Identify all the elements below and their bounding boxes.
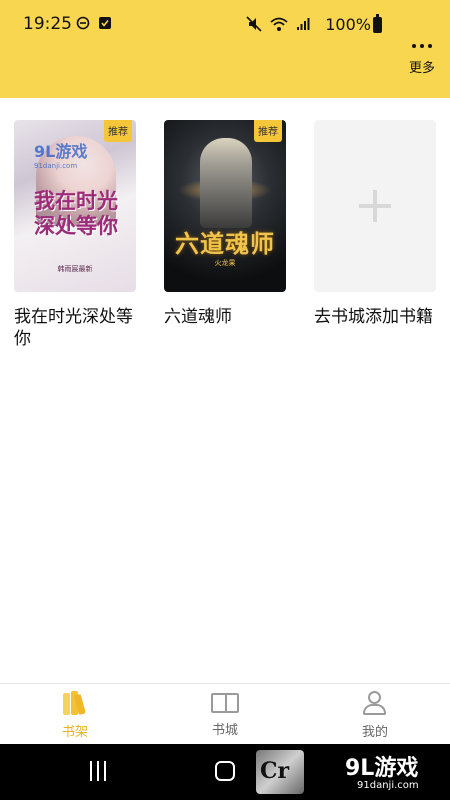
tab-bookshelf[interactable]: 书架 (0, 684, 150, 744)
user-icon (360, 691, 390, 715)
book-title[interactable]: 六道魂师 (164, 306, 292, 328)
system-navigation-bar: Cr 9L游戏 91danji.com (0, 744, 450, 800)
more-button[interactable]: 更多 (402, 40, 442, 84)
bottom-nav: 书架 书城 我的 (0, 683, 450, 744)
tab-label: 书城 (211, 723, 238, 738)
recommend-badge: 推荐 (254, 120, 282, 142)
book-title[interactable]: 我在时光深处等你 (14, 306, 142, 350)
battery-percentage: 100% (325, 15, 371, 34)
tab-label: 书架 (61, 725, 88, 740)
recommend-badge: 推荐 (104, 120, 132, 142)
status-right-icons (246, 16, 310, 32)
add-book-cover[interactable] (314, 120, 436, 292)
add-book-item[interactable]: 去书城添加书籍 (314, 120, 438, 328)
status-left-icons (76, 16, 112, 30)
overlay-logo: Cr (256, 750, 304, 794)
do-not-disturb-icon (76, 16, 90, 30)
plus-icon (359, 190, 391, 222)
status-time: 19:25 (23, 14, 72, 34)
open-book-icon (211, 693, 239, 713)
checkbox-notification-icon (99, 17, 111, 29)
mute-icon (246, 16, 262, 32)
battery-icon (373, 14, 382, 33)
tab-profile[interactable]: 我的 (300, 684, 450, 744)
book-item[interactable]: 9L游戏 91danji.com 我在时光深处等你 韩雨宸最新 推荐 我在时光深… (14, 120, 138, 350)
cover-title: 我在时光深处等你 (34, 188, 118, 238)
book-cover[interactable]: 9L游戏 91danji.com 我在时光深处等你 韩雨宸最新 推荐 (14, 120, 136, 292)
bookshelf-icon (60, 691, 90, 715)
wifi-icon (270, 17, 288, 31)
book-item[interactable]: 六道魂师 火龙果 推荐 六道魂师 (164, 120, 288, 328)
home-button[interactable] (215, 761, 235, 781)
more-label: 更多 (408, 61, 435, 76)
cover-watermark: 9L游戏 91danji.com (34, 142, 88, 170)
recent-apps-button[interactable] (90, 761, 106, 781)
cover-title: 六道魂师 (175, 229, 275, 258)
more-dots-icon (402, 44, 442, 48)
add-book-label[interactable]: 去书城添加书籍 (314, 306, 442, 328)
cover-illustration (200, 138, 252, 228)
book-cover[interactable]: 六道魂师 火龙果 推荐 (164, 120, 286, 292)
cover-author: 火龙果 (214, 259, 236, 267)
tab-label: 我的 (361, 725, 388, 740)
cover-author: 韩雨宸最新 (57, 265, 93, 273)
status-bar: 19:25 100% (0, 0, 450, 48)
signal-icon (297, 18, 310, 30)
tab-bookstore[interactable]: 书城 (150, 684, 300, 744)
brand-watermark: 9L游戏 91danji.com (345, 756, 419, 791)
app-header: 19:25 100% 更多 (0, 0, 450, 98)
